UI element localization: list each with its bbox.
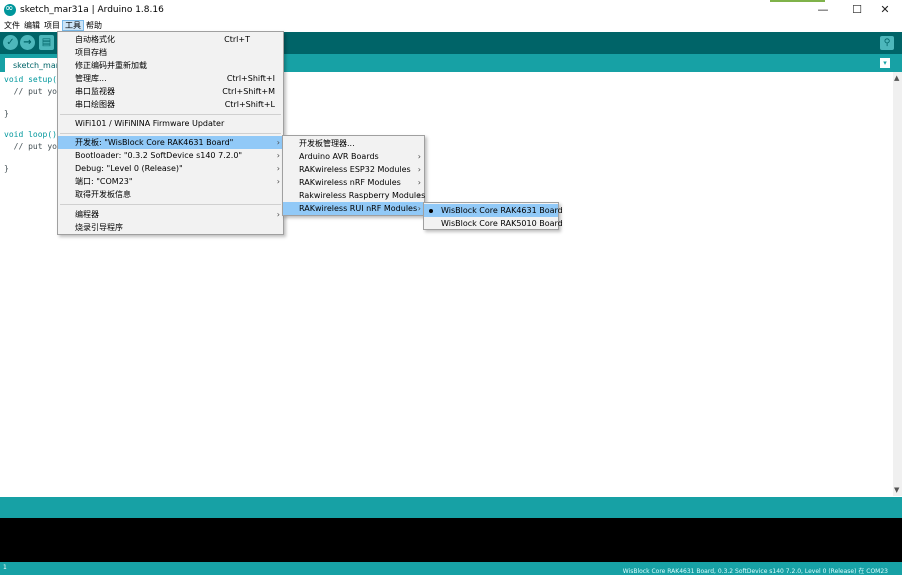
menu-item-label: 编程器: [75, 210, 99, 219]
menu-item-label: 开发板管理器...: [299, 139, 355, 148]
menu-item-archive-sketch[interactable]: 项目存档: [58, 46, 283, 59]
tab-menu-icon[interactable]: ▾: [880, 58, 890, 68]
menu-item-debug[interactable]: Debug: "Level 0 (Release)" ›: [58, 162, 283, 175]
console-output: [0, 518, 902, 562]
menu-item-auto-format[interactable]: 自动格式化 Ctrl+T: [58, 33, 283, 46]
editor-scrollbar[interactable]: ▲ ▼: [893, 72, 902, 496]
menu-item-port[interactable]: 端口: "COM23" ›: [58, 175, 283, 188]
code-line: void loop(): [4, 130, 57, 139]
chevron-right-icon: ›: [417, 178, 421, 187]
chevron-right-icon: ›: [276, 151, 280, 160]
menu-item-nrf-modules[interactable]: RAKwireless nRF Modules ›: [283, 176, 424, 189]
console-header: [0, 497, 902, 518]
window-title: sketch_mar31a | Arduino 1.8.16: [20, 4, 164, 15]
chevron-right-icon: ›: [417, 191, 421, 200]
new-sketch-button[interactable]: ▤: [39, 35, 54, 50]
menu-item-label: Debug: "Level 0 (Release)": [75, 164, 183, 173]
chevron-right-icon: ›: [276, 164, 280, 173]
minimize-button[interactable]: —: [806, 0, 840, 19]
menu-item-bootloader[interactable]: Bootloader: "0.3.2 SoftDevice s140 7.2.0…: [58, 149, 283, 162]
menu-item-label: Rakwireless Raspberry Modules: [299, 191, 426, 200]
menu-item-label: 串口绘图器: [75, 100, 115, 109]
menu-tools[interactable]: 工具: [62, 19, 84, 31]
chevron-right-icon: ›: [417, 152, 421, 161]
menu-item-shortcut: Ctrl+Shift+I: [226, 74, 275, 83]
close-button[interactable]: ✕: [868, 0, 902, 19]
menu-item-label: WisBlock Core RAK4631 Board: [441, 206, 563, 215]
title-bar: sketch_mar31a | Arduino 1.8.16 — ☐ ✕: [0, 0, 902, 19]
menu-item-label: 取得开发板信息: [75, 190, 131, 199]
menu-item-programmer[interactable]: 编程器 ›: [58, 208, 283, 221]
menu-item-label: WisBlock Core RAK5010 Board: [441, 219, 563, 228]
chevron-right-icon: ›: [276, 138, 280, 147]
menu-item-label: 管理库...: [75, 74, 107, 83]
serial-monitor-icon[interactable]: ⚲: [880, 36, 894, 50]
chevron-right-icon: ›: [276, 177, 280, 186]
menu-item-label: RAKwireless ESP32 Modules: [299, 165, 411, 174]
board-submenu: 开发板管理器... Arduino AVR Boards › RAKwirele…: [282, 135, 425, 216]
chevron-right-icon: ›: [276, 210, 280, 219]
menu-item-board-info[interactable]: 取得开发板信息: [58, 188, 283, 201]
menu-file[interactable]: 文件: [2, 20, 22, 31]
menu-separator: [60, 133, 281, 134]
menu-item-burn-bootloader[interactable]: 烧录引导程序: [58, 221, 283, 234]
menu-item-label: WiFi101 / WiFiNINA Firmware Updater: [75, 119, 225, 128]
code-line: void setup(: [4, 75, 57, 84]
rui-submenu: WisBlock Core RAK4631 Board WisBlock Cor…: [423, 202, 563, 230]
menu-item-boards-manager[interactable]: 开发板管理器...: [283, 137, 424, 150]
menu-item-shortcut: Ctrl+Shift+M: [222, 87, 275, 96]
menu-item-rui-nrf-modules[interactable]: RAKwireless RUI nRF Modules ›: [283, 202, 424, 215]
menu-item-label: 串口监视器: [75, 87, 115, 96]
line-number: 1: [3, 564, 7, 571]
scroll-up-icon[interactable]: ▲: [894, 74, 899, 82]
menu-item-label: Bootloader: "0.3.2 SoftDevice s140 7.2.0…: [75, 151, 243, 160]
code-line: // put yo: [4, 87, 57, 96]
menu-item-label: 修正编码并重新加载: [75, 61, 147, 70]
menu-item-label: RAKwireless RUI nRF Modules: [299, 204, 418, 213]
menu-item-esp32-modules[interactable]: RAKwireless ESP32 Modules ›: [283, 163, 424, 176]
menu-item-label: 开发板: "WisBlock Core RAK4631 Board": [75, 138, 234, 147]
menu-item-label: 烧录引导程序: [75, 223, 123, 232]
selected-dot-icon: [429, 209, 433, 213]
upload-button[interactable]: →: [20, 35, 35, 50]
code-line: }: [4, 164, 9, 173]
tools-menu: 自动格式化 Ctrl+T 项目存档 修正编码并重新加载 管理库... Ctrl+…: [57, 31, 284, 235]
verify-button[interactable]: ✓: [3, 35, 18, 50]
menu-item-shortcut: Ctrl+Shift+L: [224, 100, 275, 109]
menu-item-label: Arduino AVR Boards: [299, 152, 379, 161]
menu-item-avr-boards[interactable]: Arduino AVR Boards ›: [283, 150, 424, 163]
menu-item-label: 端口: "COM23": [75, 177, 133, 186]
menu-item-wifi-updater[interactable]: WiFi101 / WiFiNINA Firmware Updater: [58, 117, 283, 130]
menu-item-shortcut: Ctrl+T: [224, 35, 250, 44]
chevron-right-icon: ›: [417, 165, 421, 174]
menu-item-serial-monitor[interactable]: 串口监视器 Ctrl+Shift+M: [58, 85, 283, 98]
code-line: }: [4, 109, 9, 118]
menu-item-board[interactable]: 开发板: "WisBlock Core RAK4631 Board" ›: [58, 136, 283, 149]
menu-item-label: 自动格式化: [75, 35, 115, 44]
menu-separator: [60, 204, 281, 205]
menu-separator: [60, 114, 281, 115]
menu-item-fix-encoding[interactable]: 修正编码并重新加载: [58, 59, 283, 72]
menu-item-manage-libraries[interactable]: 管理库... Ctrl+Shift+I: [58, 72, 283, 85]
menu-edit[interactable]: 编辑: [22, 20, 42, 31]
code-line: // put yo: [4, 142, 57, 151]
menu-item-raspberry-modules[interactable]: Rakwireless Raspberry Modules ›: [283, 189, 426, 202]
menu-help[interactable]: 帮助: [84, 20, 104, 31]
menu-sketch[interactable]: 项目: [42, 20, 62, 31]
board-status: WisBlock Core RAK4631 Board, 0.3.2 SoftD…: [622, 568, 888, 575]
menu-bar: 文件 编辑 项目 工具 帮助: [0, 19, 902, 31]
scroll-down-icon[interactable]: ▼: [894, 486, 899, 494]
menu-item-label: RAKwireless nRF Modules: [299, 178, 401, 187]
status-bar: 1 WisBlock Core RAK4631 Board, 0.3.2 Sof…: [0, 562, 902, 575]
menu-item-rak5010[interactable]: WisBlock Core RAK5010 Board: [424, 217, 563, 230]
menu-item-rak4631[interactable]: WisBlock Core RAK4631 Board: [424, 204, 563, 217]
menu-item-serial-plotter[interactable]: 串口绘图器 Ctrl+Shift+L: [58, 98, 283, 111]
arduino-logo-icon: [4, 3, 16, 16]
menu-item-label: 项目存档: [75, 48, 107, 57]
chevron-right-icon: ›: [417, 204, 421, 213]
